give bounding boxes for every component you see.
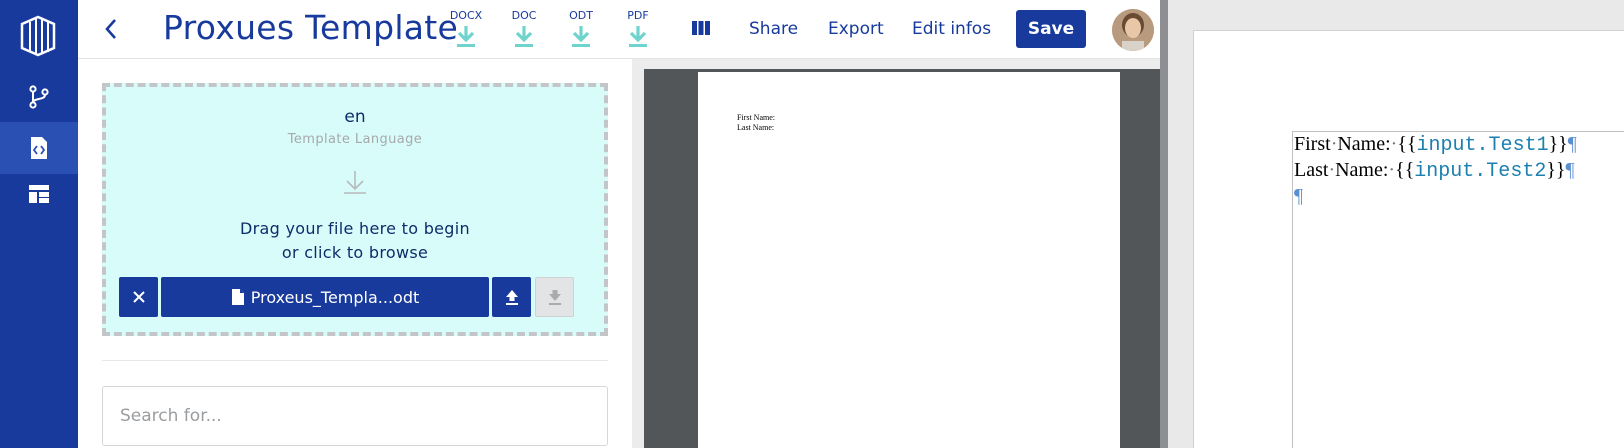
page-title: Proxues Template <box>163 8 459 47</box>
brace-open: {{ <box>1395 159 1415 181</box>
pilcrow-mark: ¶ <box>1294 185 1304 207</box>
columns-icon[interactable] <box>692 20 710 36</box>
margin-guide <box>1292 131 1293 448</box>
preview-line-last-name: Last Name: <box>737 123 775 132</box>
dropzone-line-2: or click to browse <box>281 243 429 262</box>
template-language-caption: Template Language <box>287 132 423 147</box>
preview-viewer[interactable]: First Name: Last Name: <box>644 69 1160 448</box>
template-language-value: en <box>344 107 366 127</box>
download-docx-label: DOCX <box>449 9 483 22</box>
download-icon <box>629 26 647 47</box>
editor-content[interactable]: First·Name:·{{input.Test1}}¶ Last·Name:·… <box>1294 132 1577 208</box>
template-variable: input.Test2 <box>1414 160 1547 183</box>
download-odt-button[interactable]: ODT <box>561 9 601 48</box>
file-code-icon <box>31 137 47 159</box>
dropzone-line-1: Drag your file here to begin <box>240 219 470 238</box>
preview-page-text: First Name: Last Name: <box>737 113 775 133</box>
avatar[interactable] <box>1112 9 1154 51</box>
panel-splitter[interactable] <box>1160 0 1168 448</box>
editor-line-empty: ¶ <box>1294 184 1577 208</box>
download-doc-label: DOC <box>511 9 537 22</box>
download-pdf-button[interactable]: PDF <box>618 9 658 48</box>
edit-infos-button[interactable]: Edit infos <box>912 19 991 39</box>
template-panel: en Template Language Drag your file here… <box>78 59 632 448</box>
upload-icon <box>505 290 518 305</box>
editor-line-last-name: Last·Name:·{{input.Test2}}¶ <box>1294 158 1577 184</box>
pilcrow-mark: ¶ <box>1565 159 1575 181</box>
upload-button[interactable] <box>492 277 531 317</box>
app-logo[interactable] <box>18 14 58 58</box>
close-icon <box>132 291 145 303</box>
remove-file-button[interactable] <box>119 277 158 317</box>
dashboard-icon <box>29 185 49 203</box>
template-file-button[interactable]: Proxeus_Templa...odt <box>161 277 489 317</box>
document-preview: First Name: Last Name: <box>632 59 1160 448</box>
export-button[interactable]: Export <box>828 19 884 39</box>
download-icon <box>515 26 533 47</box>
label-word: Last <box>1294 159 1329 181</box>
nav-item-templates[interactable] <box>0 122 78 174</box>
download-docx-button[interactable]: DOCX <box>446 9 486 48</box>
download-icon <box>572 26 590 47</box>
label-word: Name: <box>1335 159 1389 181</box>
nav-item-dashboard[interactable] <box>0 168 78 220</box>
back-button[interactable] <box>96 14 126 44</box>
file-dropzone[interactable]: en Template Language Drag your file here… <box>102 83 608 336</box>
label-word: First <box>1294 133 1331 155</box>
brace-close: }} <box>1546 159 1566 181</box>
document-editor: First·Name:·{{input.Test1}}¶ Last·Name:·… <box>1168 0 1624 448</box>
nav-item-workflows[interactable] <box>0 71 78 123</box>
divider <box>102 360 608 361</box>
preview-line-first-name: First Name: <box>737 113 775 122</box>
download-icon <box>344 171 366 194</box>
download-icon <box>548 290 561 305</box>
preview-page: First Name: Last Name: <box>698 72 1120 448</box>
share-button[interactable]: Share <box>749 19 798 39</box>
editor-line-first-name: First·Name:·{{input.Test1}}¶ <box>1294 132 1577 158</box>
save-button[interactable]: Save <box>1016 10 1086 48</box>
template-file-name: Proxeus_Templa...odt <box>250 287 420 307</box>
chevron-left-icon <box>105 19 116 39</box>
download-file-button[interactable] <box>535 277 574 317</box>
pilcrow-mark: ¶ <box>1567 133 1577 155</box>
git-branch-icon <box>29 85 49 109</box>
brace-open: {{ <box>1397 133 1417 155</box>
template-variable: input.Test1 <box>1416 134 1549 157</box>
top-bar: Proxues Template DOCX DOC ODT PDF Share … <box>78 0 1160 59</box>
download-doc-button[interactable]: DOC <box>504 9 544 48</box>
download-pdf-label: PDF <box>627 9 649 22</box>
dropzone-instructions: Drag your file here to begin or click to… <box>106 217 604 265</box>
editor-page[interactable]: First·Name:·{{input.Test1}}¶ Last·Name:·… <box>1193 30 1624 448</box>
brace-close: }} <box>1548 133 1568 155</box>
download-icon <box>457 26 475 47</box>
download-odt-label: ODT <box>569 9 593 22</box>
user-photo <box>1112 9 1154 51</box>
left-navigation <box>0 0 78 448</box>
search-input[interactable] <box>102 386 608 446</box>
label-word: Name: <box>1337 133 1391 155</box>
file-icon <box>231 289 244 305</box>
